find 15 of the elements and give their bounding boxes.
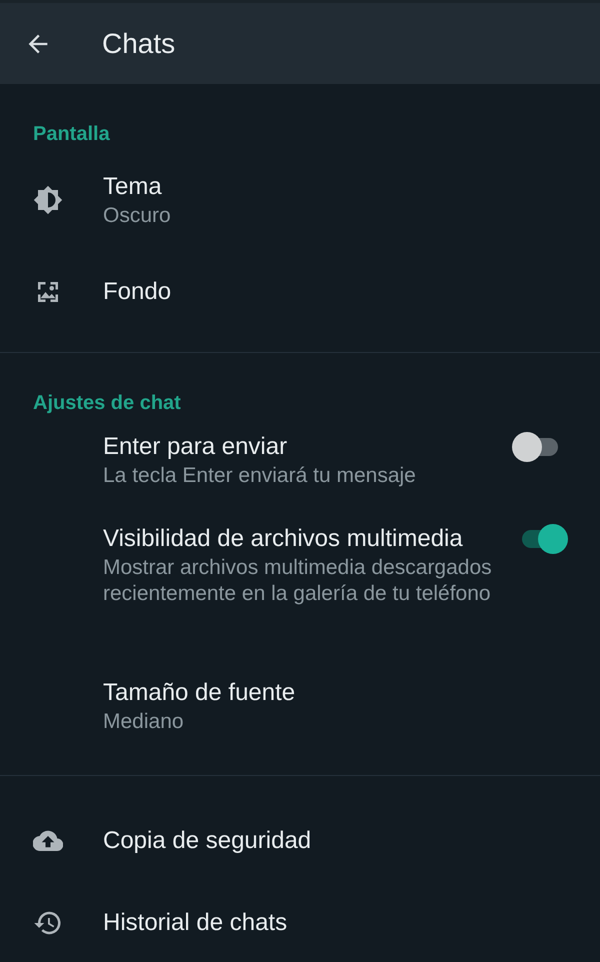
- brightness-icon: [32, 185, 62, 215]
- setting-title[interactable]: Fondo: [103, 276, 172, 308]
- section-title: Ajustes de chat: [32, 391, 182, 416]
- setting-title[interactable]: Enter para enviar: [103, 431, 288, 463]
- screen-title: Chats: [102, 28, 176, 60]
- setting-title[interactable]: Tamaño de fuente: [103, 677, 296, 709]
- setting-description: Mediano: [103, 709, 184, 735]
- setting-description: La tecla Enter enviará tu mensaje: [103, 463, 416, 489]
- setting-title[interactable]: Visibilidad de archivos multimedia: [103, 523, 463, 555]
- setting-description: Mostrar archivos multimedia descargados recientemente en la galería de tu teléfono: [103, 555, 493, 607]
- setting-title[interactable]: Historial de chats: [103, 907, 288, 939]
- setting-description: Oscuro: [103, 203, 171, 229]
- setting-title[interactable]: Copia de seguridad: [103, 825, 312, 857]
- section-title: Pantalla: [32, 122, 111, 147]
- setting-title[interactable]: Tema: [103, 171, 162, 203]
